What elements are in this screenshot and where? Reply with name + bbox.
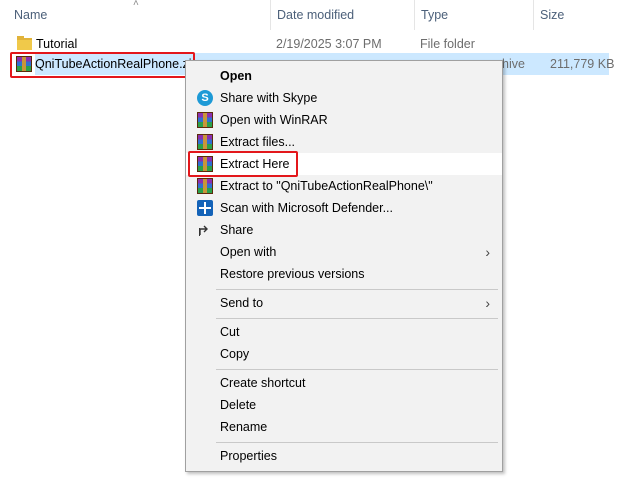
context-menu: Open S Share with Skype Open with WinRAR… [185, 60, 503, 472]
file-date: 2/19/2025 3:07 PM [276, 37, 382, 51]
column-header: Name ˄ Date modified Type Size [0, 0, 617, 30]
menu-separator [216, 289, 498, 290]
menu-item-share[interactable]: Share [186, 219, 502, 241]
menu-item-create-shortcut[interactable]: Create shortcut [186, 372, 502, 394]
menu-item-send-to[interactable]: Send to › [186, 292, 502, 314]
menu-item-extract-files[interactable]: Extract files... [186, 131, 502, 153]
menu-item-open-with[interactable]: Open with › [186, 241, 502, 263]
file-size: 211,779 KB [550, 57, 615, 71]
chevron-right-icon: › [485, 295, 490, 311]
column-name[interactable]: Name [8, 0, 270, 30]
menu-item-copy[interactable]: Copy [186, 343, 502, 365]
menu-item-scan-defender[interactable]: Scan with Microsoft Defender... [186, 197, 502, 219]
winrar-icon [197, 112, 213, 128]
skype-icon: S [197, 90, 213, 106]
menu-item-share-with-skype[interactable]: S Share with Skype [186, 87, 502, 109]
annotation-box-extract-here [188, 151, 298, 177]
column-size[interactable]: Size [533, 0, 613, 30]
share-icon [197, 222, 213, 238]
menu-item-extract-to[interactable]: Extract to "QniTubeActionRealPhone\" [186, 175, 502, 197]
annotation-box-file [10, 52, 195, 78]
menu-item-cut[interactable]: Cut [186, 321, 502, 343]
menu-separator [216, 369, 498, 370]
menu-item-open[interactable]: Open [186, 65, 502, 87]
file-type: File folder [420, 37, 475, 51]
menu-item-delete[interactable]: Delete [186, 394, 502, 416]
winrar-icon [197, 178, 213, 194]
menu-item-open-with-winrar[interactable]: Open with WinRAR [186, 109, 502, 131]
menu-separator [216, 442, 498, 443]
folder-icon [17, 36, 32, 50]
menu-separator [216, 318, 498, 319]
defender-icon [197, 200, 213, 216]
menu-item-restore-previous-versions[interactable]: Restore previous versions [186, 263, 502, 285]
file-type: hive [502, 57, 525, 71]
winrar-icon [197, 134, 213, 150]
sort-up-icon: ˄ [133, 0, 139, 9]
menu-item-properties[interactable]: Properties [186, 445, 502, 467]
column-date-modified[interactable]: Date modified [270, 0, 414, 30]
column-type[interactable]: Type [414, 0, 533, 30]
menu-item-rename[interactable]: Rename [186, 416, 502, 438]
chevron-right-icon: › [485, 244, 490, 260]
